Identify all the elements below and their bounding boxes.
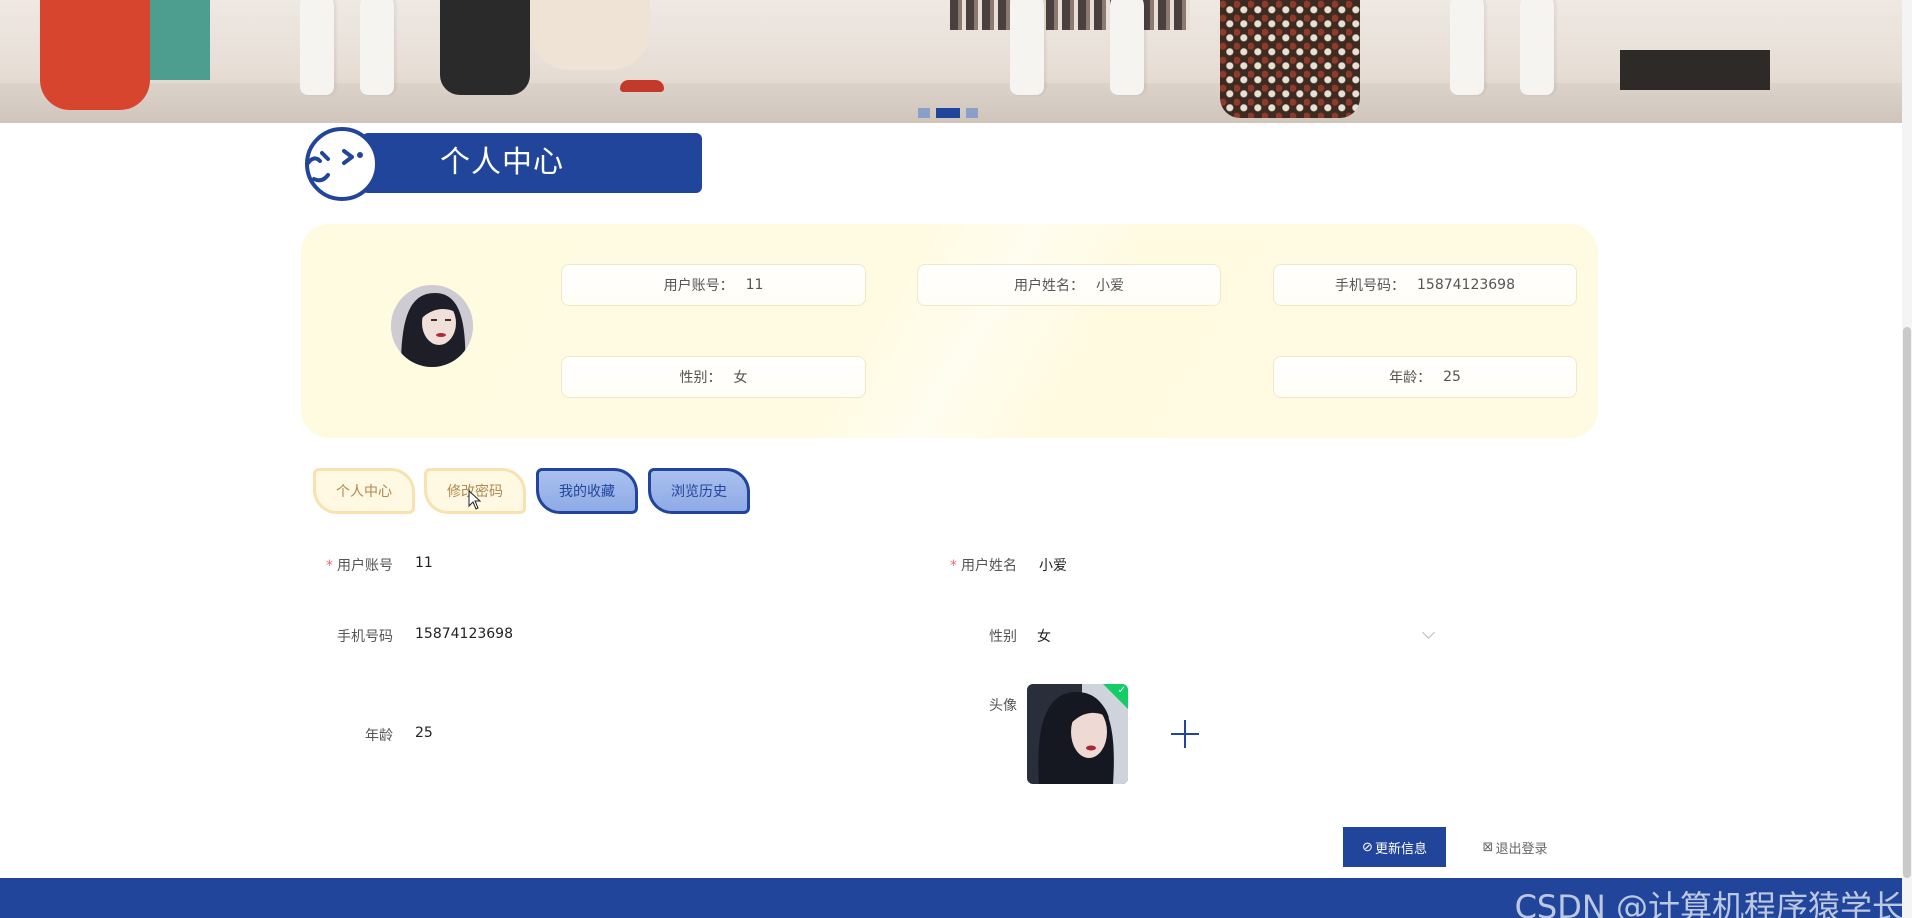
info-phone-label: 手机号码： (1335, 278, 1405, 294)
form-phone-label: 手机号码 (337, 629, 393, 645)
required-asterisk: * (950, 558, 957, 574)
required-asterisk: * (326, 558, 333, 574)
avatar-photo (391, 285, 473, 367)
logout-label: 退出登录 (1495, 841, 1548, 857)
info-age: 年龄： 25 (1273, 356, 1577, 398)
page-title: 个人中心 (440, 145, 564, 180)
banner-garment-floral (1220, 0, 1360, 118)
page-footer: CSDN @计算机程序猿学长 (0, 878, 1912, 918)
banner-garment-plaid (950, 0, 1190, 30)
info-name: 用户姓名： 小爱 (917, 264, 1221, 306)
section-title: 个人中心 (300, 123, 703, 205)
form-age-input[interactable]: 25 (415, 725, 433, 741)
scrollbar-thumb[interactable] (1903, 327, 1911, 878)
tab-personal-center[interactable]: 个人中心 (313, 468, 415, 514)
info-age-label: 年龄： (1389, 370, 1432, 386)
mouse-cursor-icon (468, 490, 482, 510)
info-phone: 手机号码： 15874123698 (1273, 264, 1577, 306)
avatar-upload-preview[interactable]: ✓ (1027, 684, 1128, 784)
page-scrollbar[interactable] (1902, 0, 1912, 918)
form-age-label: 年龄 (365, 728, 393, 744)
banner-garment-red (40, 0, 150, 110)
profile-info-card (301, 224, 1598, 438)
add-upload-icon[interactable] (1171, 720, 1199, 748)
info-age-value: 25 (1443, 369, 1461, 385)
logout-button[interactable]: ⊠ 退出登录 (1469, 827, 1561, 867)
banner-shoe (620, 80, 664, 92)
form-account-input[interactable]: 11 (415, 555, 433, 571)
info-name-label: 用户姓名： (1014, 278, 1084, 294)
tab-browse-history[interactable]: 浏览历史 (648, 468, 750, 514)
form-name-label: * 用户姓名 (950, 558, 1017, 574)
form-gender-label: 性别 (989, 629, 1017, 645)
banner-garment-black (440, 0, 530, 95)
page: 个人中心 用户账号： 11 用户姓名： 小爱 手机号码： 15874123698… (0, 0, 1912, 918)
update-info-label: 更新信息 (1374, 840, 1427, 856)
banner-mannequin (1450, 0, 1484, 95)
check-circle-icon: ⊘ (1362, 839, 1373, 854)
form-account-label: * 用户账号 (326, 558, 393, 574)
avatar (391, 285, 473, 367)
tab-my-favorites[interactable]: 我的收藏 (536, 468, 638, 514)
banner-mannequin (1010, 0, 1044, 95)
banner-mannequin (1110, 0, 1144, 95)
form-gender-select[interactable]: 女 (1037, 626, 1437, 646)
info-phone-value: 15874123698 (1417, 277, 1515, 293)
form-phone-input[interactable]: 15874123698 (415, 626, 513, 642)
carousel-indicators (918, 108, 978, 118)
close-square-icon: ⊠ (1482, 839, 1494, 855)
check-icon: ✓ (1117, 685, 1126, 696)
carousel-dot[interactable] (918, 108, 930, 118)
banner-mannequin (360, 0, 394, 95)
form-avatar-label: 头像 (989, 698, 1017, 714)
form-name-input[interactable]: 小爱 (1039, 555, 1067, 575)
info-gender-label: 性别： (679, 370, 722, 386)
info-account-value: 11 (745, 277, 764, 293)
carousel-dot-active[interactable] (936, 108, 960, 118)
banner-garment-cream (530, 0, 650, 70)
watermark: CSDN @计算机程序猿学长 (1514, 888, 1904, 918)
banner-garment-teal (150, 0, 210, 80)
banner-mannequin (1520, 0, 1554, 95)
info-gender-value: 女 (733, 370, 748, 386)
banner-carousel[interactable] (0, 0, 1902, 123)
info-gender: 性别： 女 (561, 356, 866, 398)
info-account: 用户账号： 11 (561, 264, 866, 306)
avatar-upload-photo (1027, 684, 1128, 784)
banner-display-table (1620, 50, 1770, 90)
carousel-dot[interactable] (966, 108, 978, 118)
update-info-button[interactable]: ⊘ 更新信息 (1343, 827, 1446, 867)
info-account-label: 用户账号： (663, 278, 734, 294)
info-name-value: 小爱 (1096, 278, 1124, 294)
banner-mannequin (300, 0, 334, 95)
